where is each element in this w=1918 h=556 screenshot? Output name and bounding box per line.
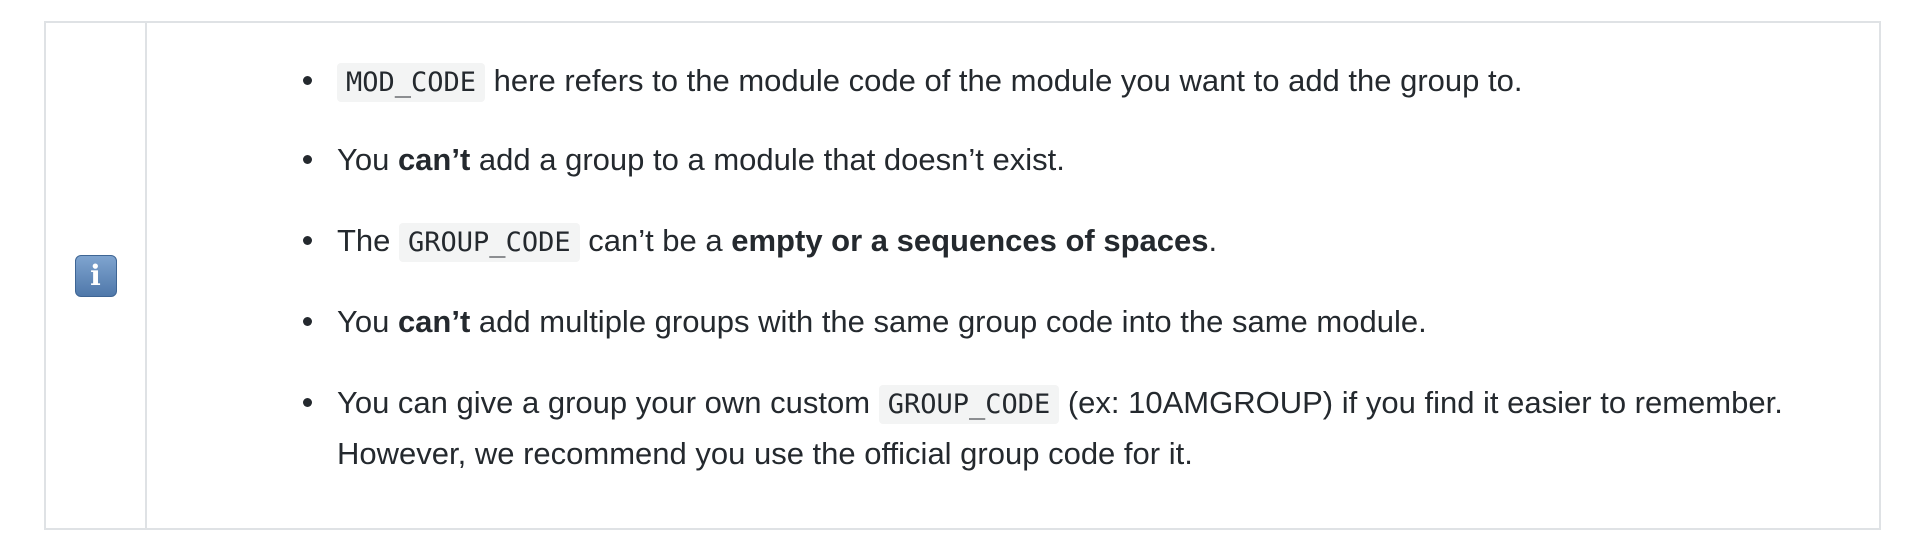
emphasis-text: can’t <box>397 304 471 339</box>
info-callout: i MOD_CODE here refers to the module cod… <box>44 21 1881 530</box>
note-text: You can give a group your own custom <box>337 385 879 420</box>
emphasis-text: empty or a sequences of spaces <box>731 223 1209 258</box>
inline-code-mod-code: MOD_CODE <box>337 63 486 102</box>
emphasis-text: can’t <box>397 142 471 177</box>
callout-content: MOD_CODE here refers to the module code … <box>147 23 1879 528</box>
note-text: can’t be a <box>579 223 732 258</box>
note-text: add a group to a module that doesn’t exi… <box>470 142 1065 177</box>
note-no-duplicate-groups: You can’t add multiple groups with the s… <box>303 297 1819 346</box>
note-text: here refers to the module code of the mo… <box>485 63 1523 98</box>
note-text: You <box>337 142 398 177</box>
inline-code-group-code: GROUP_CODE <box>399 223 580 262</box>
note-text: You <box>337 304 398 339</box>
inline-code-group-code: GROUP_CODE <box>878 385 1060 424</box>
note-custom-group-code: You can give a group your own custom GRO… <box>303 378 1819 478</box>
note-group-code-not-empty: The GROUP_CODE can’t be a empty or a seq… <box>303 216 1819 267</box>
information-icon: i <box>74 254 117 297</box>
note-text: add multiple groups with the same group … <box>470 304 1427 339</box>
callout-icon-cell: i <box>46 23 147 528</box>
note-text: . <box>1208 223 1218 258</box>
note-module-must-exist: You can’t add a group to a module that d… <box>303 135 1819 184</box>
note-text: The <box>337 223 400 258</box>
information-icon-glyph: i <box>90 258 101 292</box>
note-mod-code: MOD_CODE here refers to the module code … <box>303 56 1819 107</box>
